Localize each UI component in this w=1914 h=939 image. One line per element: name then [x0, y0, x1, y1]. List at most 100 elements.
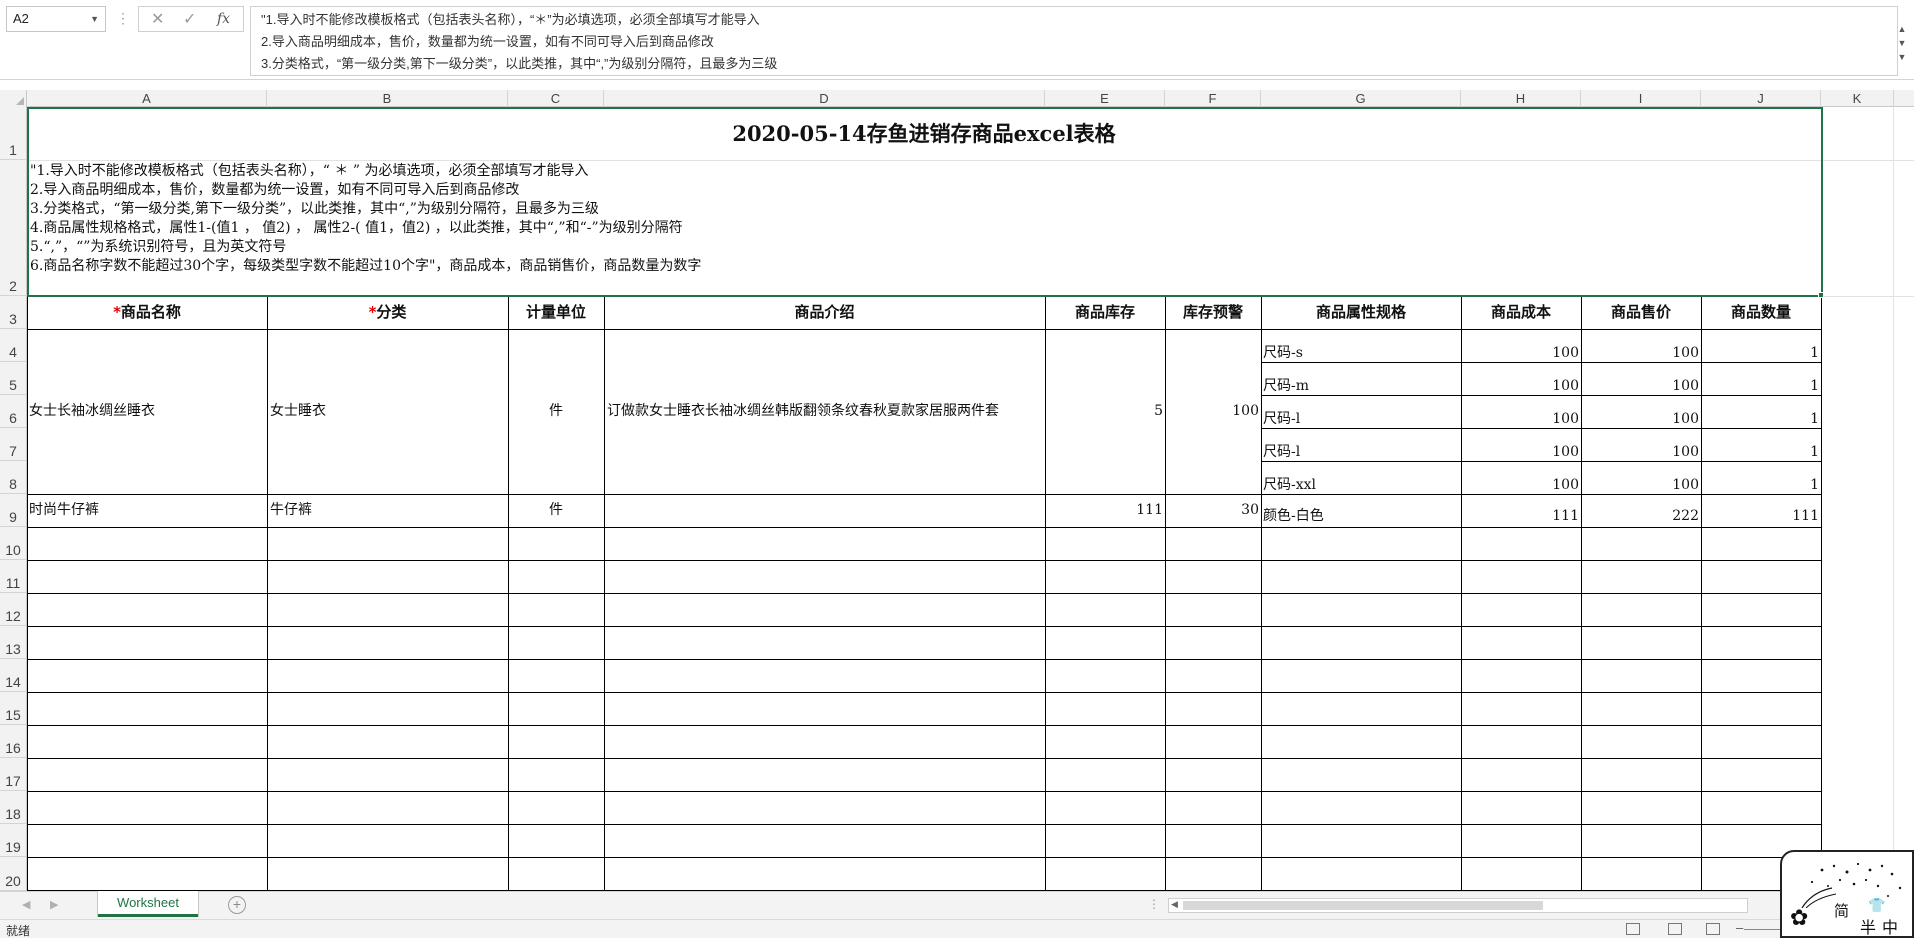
- zoom-out-icon[interactable]: –: [1736, 920, 1743, 935]
- header-spec[interactable]: 商品属性规格: [1261, 296, 1461, 329]
- category-cell[interactable]: 女士睡衣: [270, 400, 506, 422]
- horizontal-scrollbar[interactable]: ◀: [1168, 898, 1748, 913]
- column-header-e[interactable]: E: [1045, 90, 1165, 107]
- confirm-icon[interactable]: ✓: [183, 9, 196, 29]
- cost-cell[interactable]: 100: [1461, 377, 1581, 395]
- quantity-cell[interactable]: 1: [1701, 377, 1821, 395]
- column-header-g[interactable]: G: [1261, 90, 1461, 107]
- header-stock-warning[interactable]: 库存预警: [1165, 296, 1261, 329]
- header-description[interactable]: 商品介绍: [604, 296, 1045, 329]
- formula-scrollbar[interactable]: ▲ ▼ ▼: [1896, 22, 1908, 78]
- row-header-19[interactable]: 19: [0, 824, 27, 857]
- column-header-d[interactable]: D: [604, 90, 1045, 107]
- category-cell[interactable]: 牛仔裤: [270, 500, 506, 520]
- quantity-cell[interactable]: 1: [1701, 344, 1821, 362]
- cancel-icon[interactable]: ✕: [151, 9, 164, 29]
- cost-cell[interactable]: 100: [1461, 443, 1581, 461]
- description-cell[interactable]: 订做款女士睡衣长袖冰绸丝韩版翻领条纹春秋夏款家居服两件套: [607, 400, 1044, 422]
- row-header-20[interactable]: 20: [0, 857, 27, 891]
- quantity-cell[interactable]: 1: [1701, 476, 1821, 494]
- product-name-cell[interactable]: 女士长袖冰绸丝睡衣: [29, 400, 265, 422]
- header-price[interactable]: 商品售价: [1581, 296, 1701, 329]
- split-handle-icon[interactable]: ⋮: [1148, 897, 1160, 911]
- column-header-f[interactable]: F: [1165, 90, 1261, 107]
- name-box[interactable]: A2 ▼: [6, 6, 106, 32]
- formula-input[interactable]: "1.导入时不能修改模板格式（包括表头名称），“＊”为必填选项，必须全部填写才能…: [250, 6, 1898, 76]
- row-header-13[interactable]: 13: [0, 626, 27, 659]
- prev-sheet-icon[interactable]: ◀: [22, 898, 30, 911]
- row-header-17[interactable]: 17: [0, 758, 27, 791]
- quantity-cell[interactable]: 111: [1701, 507, 1821, 526]
- price-cell[interactable]: 100: [1581, 377, 1701, 395]
- row-header-14[interactable]: 14: [0, 659, 27, 692]
- zoom-slider[interactable]: [1744, 929, 1784, 930]
- worksheet-grid[interactable]: 2020-05-14存鱼进销存商品excel表格 "1.导入时不能修改模板格式（…: [27, 107, 1914, 891]
- header-product-name[interactable]: *商品名称: [27, 296, 267, 329]
- price-cell[interactable]: 100: [1581, 476, 1701, 494]
- row-header-7[interactable]: 7: [0, 428, 27, 461]
- row-header-6[interactable]: 6: [0, 395, 27, 428]
- sheet-tab-worksheet[interactable]: Worksheet: [98, 891, 198, 917]
- insert-function-icon[interactable]: fx: [217, 11, 230, 27]
- row-header-8[interactable]: 8: [0, 461, 27, 494]
- row-header-4[interactable]: 4: [0, 329, 27, 362]
- scroll-thumb[interactable]: [1183, 901, 1543, 910]
- header-unit[interactable]: 计量单位: [508, 296, 604, 329]
- more-options-icon[interactable]: ⋮: [116, 10, 130, 27]
- stock-warning-cell[interactable]: 100: [1165, 400, 1261, 422]
- page-layout-view-icon[interactable]: [1668, 923, 1682, 935]
- row-header-18[interactable]: 18: [0, 791, 27, 824]
- cost-cell[interactable]: 111: [1461, 507, 1581, 526]
- header-category[interactable]: *分类: [267, 296, 508, 329]
- spec-cell[interactable]: 尺码-s: [1263, 344, 1459, 362]
- product-name-cell[interactable]: 时尚牛仔裤: [29, 500, 265, 520]
- page-break-view-icon[interactable]: [1706, 923, 1720, 935]
- expand-icon[interactable]: ▼: [1896, 50, 1908, 64]
- row-header-1[interactable]: 1: [0, 107, 27, 160]
- chevron-down-icon[interactable]: ▼: [90, 7, 99, 31]
- price-cell[interactable]: 100: [1581, 410, 1701, 428]
- column-header-b[interactable]: B: [267, 90, 508, 107]
- add-sheet-button[interactable]: +: [228, 896, 246, 914]
- price-cell[interactable]: 100: [1581, 443, 1701, 461]
- row-header-9[interactable]: 9: [0, 494, 27, 527]
- scroll-left-icon[interactable]: ◀: [1171, 899, 1178, 910]
- header-cost[interactable]: 商品成本: [1461, 296, 1581, 329]
- spec-cell[interactable]: 尺码-xxl: [1263, 476, 1459, 494]
- column-header-i[interactable]: I: [1581, 90, 1701, 107]
- unit-cell[interactable]: 件: [508, 500, 604, 520]
- row-header-11[interactable]: 11: [0, 560, 27, 593]
- header-quantity[interactable]: 商品数量: [1701, 296, 1821, 329]
- next-sheet-icon[interactable]: ▶: [50, 898, 58, 911]
- row-header-5[interactable]: 5: [0, 362, 27, 395]
- row-header-15[interactable]: 15: [0, 692, 27, 725]
- scroll-up-icon[interactable]: ▲: [1896, 22, 1908, 36]
- cost-cell[interactable]: 100: [1461, 344, 1581, 362]
- quantity-cell[interactable]: 1: [1701, 443, 1821, 461]
- spec-cell[interactable]: 尺码-l: [1263, 443, 1459, 461]
- price-cell[interactable]: 100: [1581, 344, 1701, 362]
- row-header-2[interactable]: 2: [0, 160, 27, 296]
- spec-cell[interactable]: 颜色-白色: [1263, 507, 1459, 526]
- normal-view-icon[interactable]: [1626, 923, 1640, 935]
- header-stock[interactable]: 商品库存: [1045, 296, 1165, 329]
- price-cell[interactable]: 222: [1581, 507, 1701, 526]
- stock-cell[interactable]: 111: [1045, 500, 1165, 520]
- spec-cell[interactable]: 尺码-l: [1263, 410, 1459, 428]
- fill-handle[interactable]: [1818, 292, 1824, 298]
- unit-cell[interactable]: 件: [508, 400, 604, 422]
- column-header-k[interactable]: K: [1821, 90, 1894, 107]
- select-all-corner[interactable]: [0, 90, 27, 107]
- stock-warning-cell[interactable]: 30: [1165, 500, 1261, 520]
- row-header-10[interactable]: 10: [0, 527, 27, 560]
- row-header-3[interactable]: 3: [0, 296, 27, 329]
- spec-cell[interactable]: 尺码-m: [1263, 377, 1459, 395]
- cost-cell[interactable]: 100: [1461, 410, 1581, 428]
- column-header-a[interactable]: A: [27, 90, 267, 107]
- column-header-h[interactable]: H: [1461, 90, 1581, 107]
- quantity-cell[interactable]: 1: [1701, 410, 1821, 428]
- column-header-c[interactable]: C: [508, 90, 604, 107]
- row-header-12[interactable]: 12: [0, 593, 27, 626]
- stock-cell[interactable]: 5: [1045, 400, 1165, 422]
- column-header-j[interactable]: J: [1701, 90, 1821, 107]
